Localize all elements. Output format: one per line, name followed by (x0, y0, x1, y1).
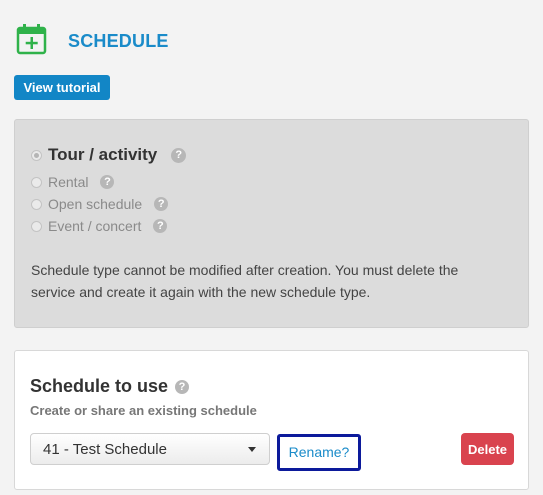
radio-button[interactable] (31, 149, 42, 161)
section-title-text: Schedule to use (30, 376, 169, 396)
help-icon[interactable]: ? (153, 219, 168, 233)
section-subtitle: Create or share an existing schedule (30, 403, 257, 418)
caret-down-icon (248, 447, 256, 452)
radio-button[interactable] (31, 220, 42, 232)
help-icon[interactable]: ? (100, 175, 115, 189)
delete-button[interactable]: Delete (461, 433, 514, 465)
schedule-type-notice: Schedule type cannot be modified after c… (31, 262, 459, 300)
radio-label: Rental (48, 174, 89, 190)
radio-event-concert[interactable]: Event / concert ? (31, 218, 168, 234)
view-tutorial-button[interactable]: View tutorial (14, 75, 110, 100)
radio-label: Tour / activity (48, 145, 158, 164)
radio-button[interactable] (31, 176, 42, 188)
schedule-type-panel: Tour / activity ? Rental ? Open schedule… (14, 119, 529, 328)
page-title: SCHEDULE (68, 31, 169, 51)
radio-tour-activity[interactable]: Tour / activity ? (31, 145, 187, 165)
radio-label: Event / concert (48, 218, 142, 234)
page-header (15, 22, 49, 56)
section-title: Schedule to use ? (30, 376, 190, 397)
help-icon[interactable]: ? (175, 379, 190, 394)
rename-link[interactable]: Rename? (277, 434, 361, 471)
schedule-select-value: 41 - Test Schedule (43, 440, 167, 458)
calendar-add-icon (15, 22, 49, 56)
radio-button[interactable] (31, 198, 42, 210)
schedule-to-use-panel: Schedule to use ? Create or share an exi… (14, 350, 529, 490)
help-icon[interactable]: ? (171, 147, 187, 163)
radio-open-schedule[interactable]: Open schedule ? (31, 196, 169, 212)
schedule-select[interactable]: 41 - Test Schedule (30, 433, 270, 465)
help-icon[interactable]: ? (154, 197, 169, 211)
radio-rental[interactable]: Rental ? (31, 174, 115, 190)
radio-label: Open schedule (48, 196, 143, 212)
